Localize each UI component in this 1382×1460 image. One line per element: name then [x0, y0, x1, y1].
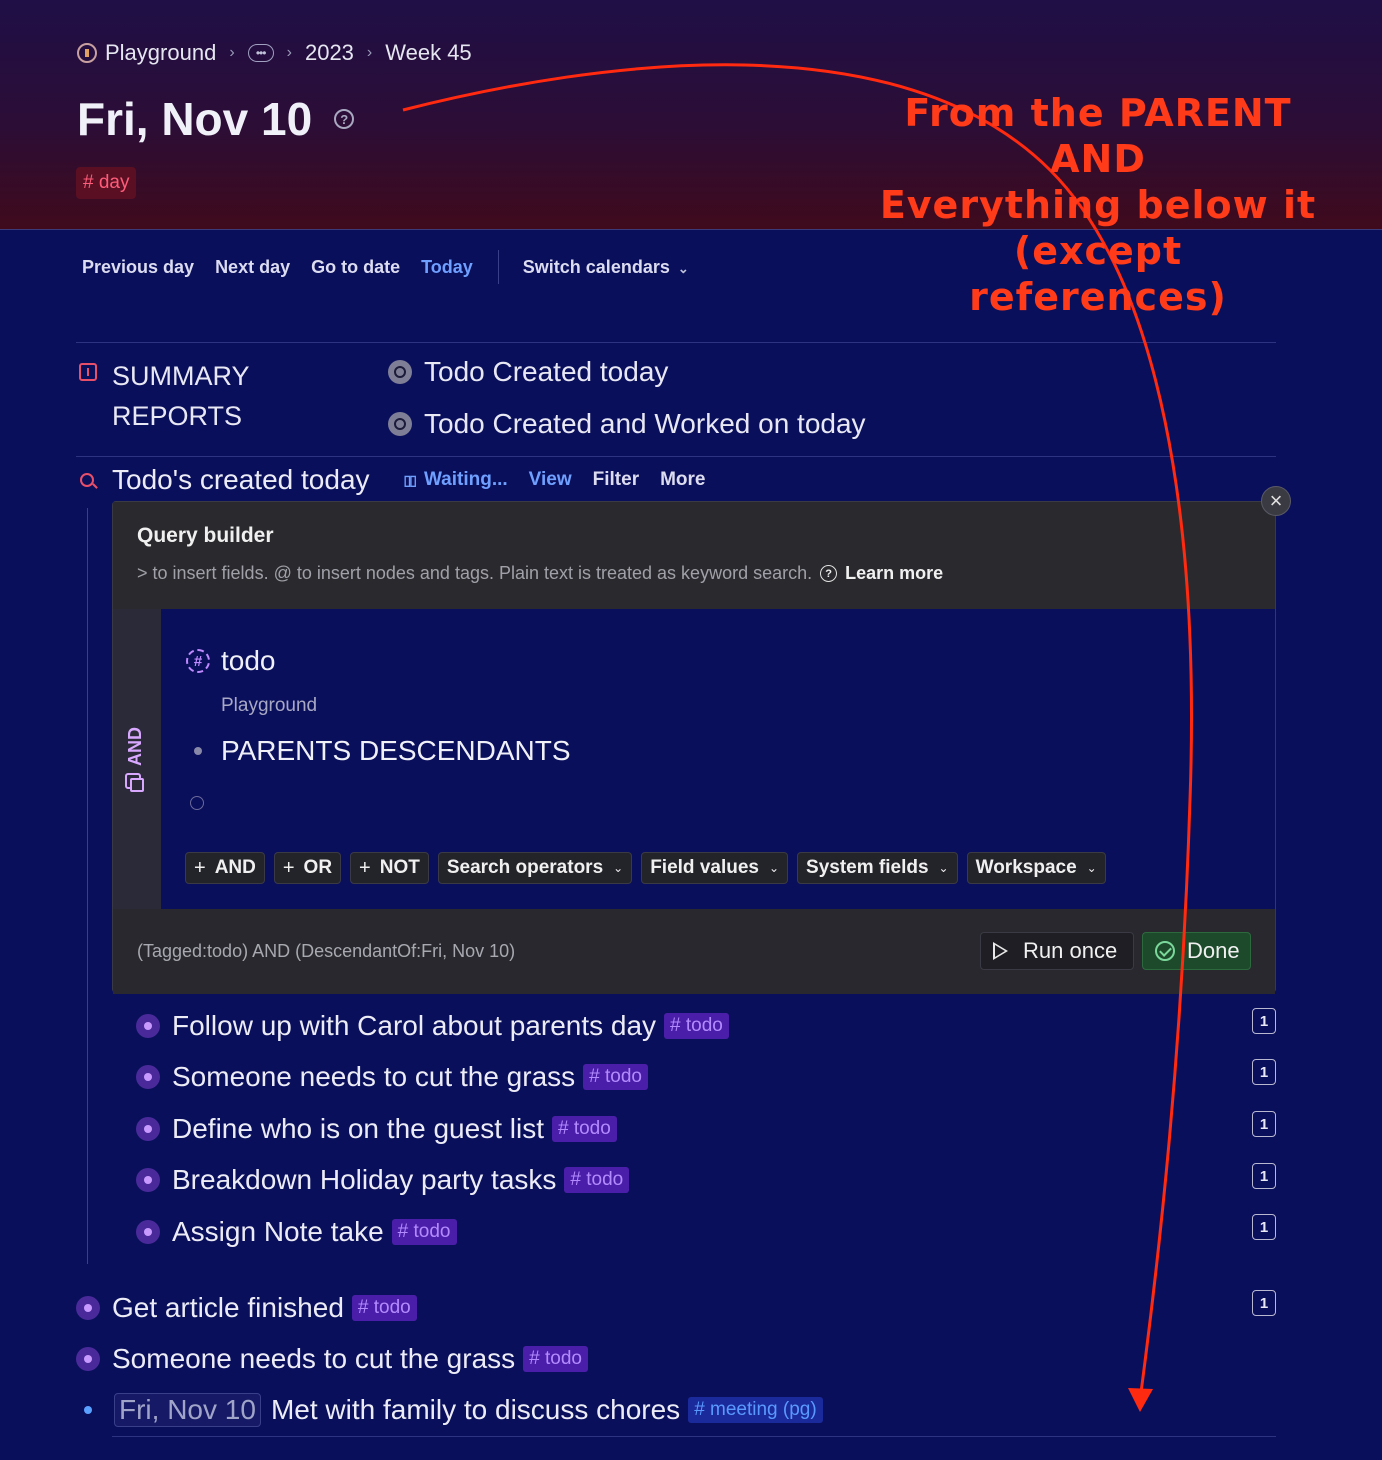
- annotation-line: references): [969, 275, 1227, 319]
- annotation-line: (except: [1013, 229, 1183, 273]
- annotation-arrow-head: [1128, 1388, 1153, 1412]
- annotation-text: From the PARENT AND Everything below it …: [872, 90, 1324, 320]
- annotation-line: AND: [1050, 137, 1146, 181]
- annotation-line: From the PARENT: [904, 91, 1292, 135]
- annotation-line: Everything below it: [879, 183, 1317, 227]
